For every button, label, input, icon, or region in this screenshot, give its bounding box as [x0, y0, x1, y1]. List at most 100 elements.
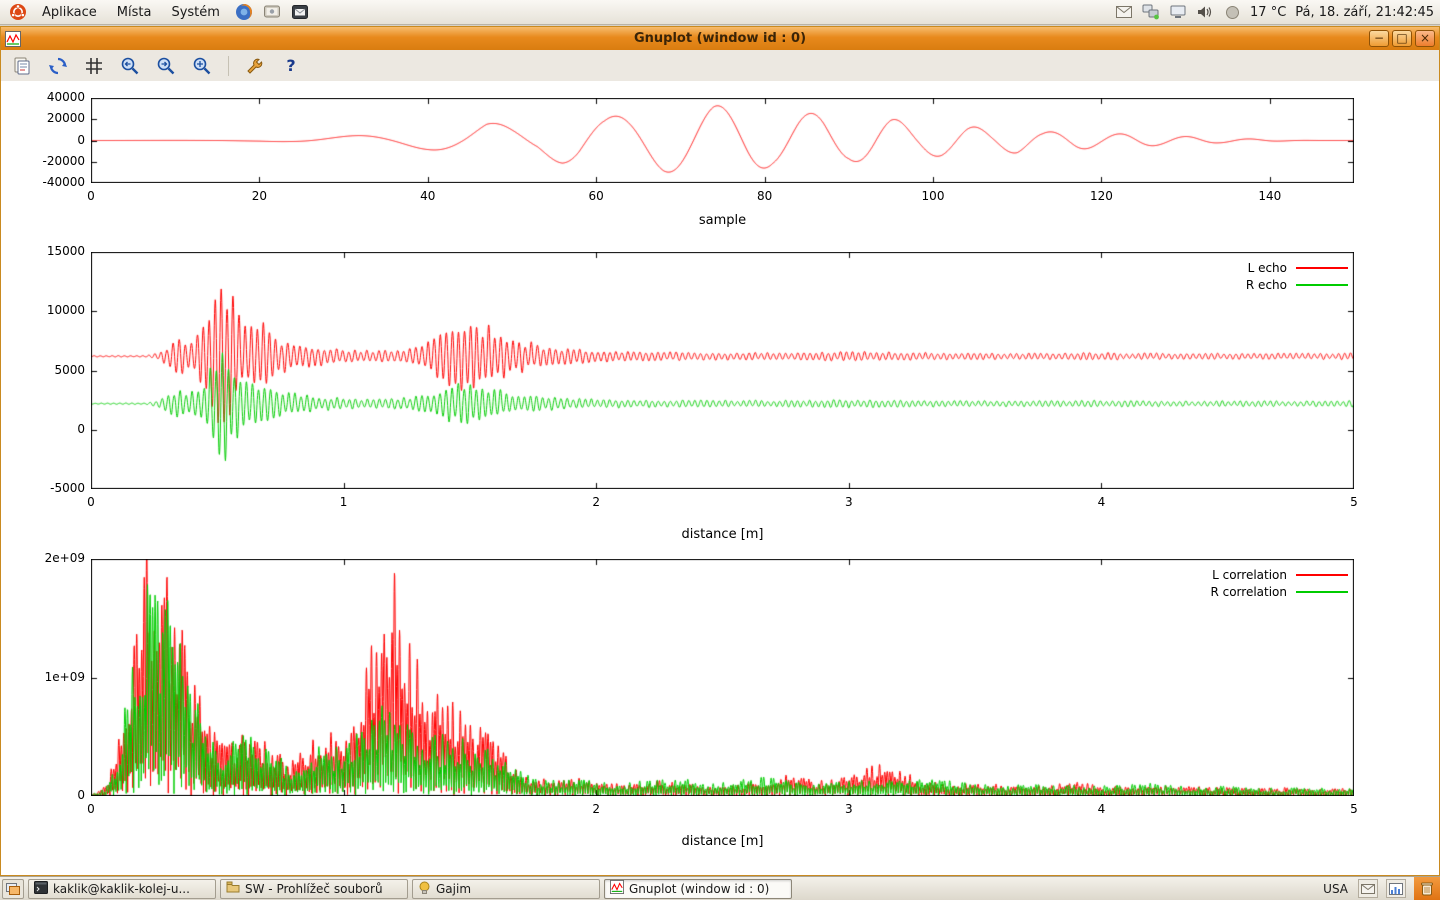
plot-surface: sample 020406080100120140-40000-20000020… — [1, 81, 1439, 875]
config-icon[interactable] — [242, 53, 268, 79]
plot-area[interactable] — [91, 559, 1354, 796]
legend-line-sample — [1296, 284, 1348, 286]
distributor-logo-icon[interactable] — [8, 2, 28, 22]
zoom-previous-icon[interactable] — [117, 53, 143, 79]
x-tick-label: 140 — [1230, 189, 1310, 203]
x-tick-label: 1 — [304, 495, 384, 509]
help-icon[interactable]: ? — [278, 53, 304, 79]
plot-area[interactable] — [91, 98, 1354, 183]
y-tick-label: 2e+09 — [1, 551, 85, 565]
plot-area[interactable] — [91, 252, 1354, 489]
keyboard-layout-indicator[interactable]: USA — [1321, 882, 1350, 896]
x-tick-label: 4 — [1061, 802, 1141, 816]
copy-icon[interactable] — [9, 53, 35, 79]
gnuplot-icon — [5, 31, 21, 47]
temperature-indicator[interactable]: 17 °C — [1250, 5, 1286, 20]
y-tick-label: 10000 — [1, 303, 85, 317]
y-tick-label: 15000 — [1, 244, 85, 258]
mail-launcher-icon[interactable] — [290, 2, 310, 22]
legend-entry: L echo — [1246, 259, 1348, 276]
x-tick-label: 0 — [51, 802, 131, 816]
legend-line-sample — [1296, 574, 1348, 576]
legend-label: L echo — [1248, 261, 1287, 275]
y-tick-label: 1e+09 — [1, 670, 85, 684]
maximize-button[interactable]: □ — [1392, 30, 1412, 47]
y-tick-label: 0 — [1, 133, 85, 147]
x-axis-label: distance [m] — [91, 527, 1354, 542]
x-tick-label: 3 — [809, 495, 889, 509]
gnuplot-window: Gnuplot (window id : 0) − □ × — [0, 26, 1440, 876]
show-desktop-icon[interactable] — [2, 879, 24, 899]
y-tick-label: 40000 — [1, 90, 85, 104]
legend-line-sample — [1296, 267, 1348, 269]
x-tick-label: 5 — [1314, 802, 1394, 816]
minimize-button[interactable]: − — [1369, 30, 1389, 47]
y-tick-label: 20000 — [1, 111, 85, 125]
task-label: Gnuplot (window id : 0) — [629, 882, 769, 896]
legend-entry: L correlation — [1210, 566, 1348, 583]
task-button-gajim[interactable]: Gajim — [412, 879, 600, 899]
x-tick-label: 4 — [1061, 495, 1141, 509]
x-tick-label: 40 — [388, 189, 468, 203]
x-tick-label: 0 — [51, 495, 131, 509]
x-tick-label: 100 — [893, 189, 973, 203]
x-axis-label: distance [m] — [91, 834, 1354, 849]
chart-ping-signal: sample 020406080100120140-40000-20000020… — [1, 81, 1440, 241]
x-tick-label: 60 — [556, 189, 636, 203]
window-title: Gnuplot (window id : 0) — [1, 31, 1439, 46]
grid-icon[interactable] — [81, 53, 107, 79]
system-monitor-icon[interactable] — [1386, 879, 1406, 898]
y-tick-label: -20000 — [1, 154, 85, 168]
gajim-icon — [418, 881, 431, 897]
firefox-launcher-icon[interactable] — [234, 2, 254, 22]
task-button-gnuplot[interactable]: Gnuplot (window id : 0) — [604, 879, 792, 899]
legend-entry: R echo — [1246, 276, 1348, 293]
task-label: SW - Prohlížeč souborů — [245, 882, 383, 896]
chart-legend: L correlation R correlation — [1210, 566, 1348, 600]
taskbar-tray: USA — [1321, 877, 1440, 900]
window-toolbar: ? — [1, 50, 1439, 82]
file-manager-icon — [226, 881, 240, 896]
volume-icon[interactable] — [1196, 3, 1214, 21]
screenshot-launcher-icon[interactable] — [262, 2, 282, 22]
chart-echo: distance [m] L echo R echo 012345-500005… — [1, 241, 1440, 549]
menu-applications[interactable]: Aplikace — [34, 2, 105, 23]
task-label: Gajim — [436, 882, 471, 896]
x-tick-label: 0 — [51, 189, 131, 203]
task-label: kaklik@kaklik-kolej-u... — [53, 882, 190, 896]
clock[interactable]: Pá, 18. září, 21:42:45 — [1295, 5, 1434, 20]
y-tick-label: 5000 — [1, 363, 85, 377]
y-tick-label: -40000 — [1, 175, 85, 189]
mail-notification-icon[interactable] — [1115, 3, 1133, 21]
network-icon[interactable] — [1142, 3, 1160, 21]
window-titlebar[interactable]: Gnuplot (window id : 0) − □ × — [1, 27, 1439, 50]
close-button[interactable]: × — [1415, 30, 1435, 47]
y-tick-label: -5000 — [1, 481, 85, 495]
legend-line-sample — [1296, 591, 1348, 593]
weather-icon[interactable] — [1223, 3, 1241, 21]
task-button-file-manager[interactable]: SW - Prohlížeč souborů — [220, 879, 408, 899]
mail-tray-icon[interactable] — [1358, 879, 1378, 898]
legend-entry: R correlation — [1210, 583, 1348, 600]
chart-legend: L echo R echo — [1246, 259, 1348, 293]
top-panel: Aplikace Místa Systém — [0, 0, 1440, 25]
trash-icon[interactable] — [1414, 877, 1440, 900]
chart-correlation: distance [m] L correlation R correlation… — [1, 549, 1440, 877]
display-icon[interactable] — [1169, 3, 1187, 21]
panel-tray: 17 °C Pá, 18. září, 21:42:45 — [1115, 3, 1434, 21]
zoom-next-icon[interactable] — [153, 53, 179, 79]
replot-icon[interactable] — [45, 53, 71, 79]
menu-places[interactable]: Místa — [109, 2, 160, 23]
task-button-terminal[interactable]: kaklik@kaklik-kolej-u... — [28, 879, 216, 899]
x-tick-label: 120 — [1061, 189, 1141, 203]
y-tick-label: 0 — [1, 422, 85, 436]
x-tick-label: 80 — [725, 189, 805, 203]
panel-menus: Aplikace Místa Systém — [6, 2, 312, 23]
x-tick-label: 5 — [1314, 495, 1394, 509]
zoom-autoscale-icon[interactable] — [189, 53, 215, 79]
legend-label: R correlation — [1210, 585, 1287, 599]
x-axis-label: sample — [91, 213, 1354, 228]
x-tick-label: 2 — [556, 802, 636, 816]
legend-label: L correlation — [1212, 568, 1287, 582]
menu-system[interactable]: Systém — [163, 2, 227, 23]
